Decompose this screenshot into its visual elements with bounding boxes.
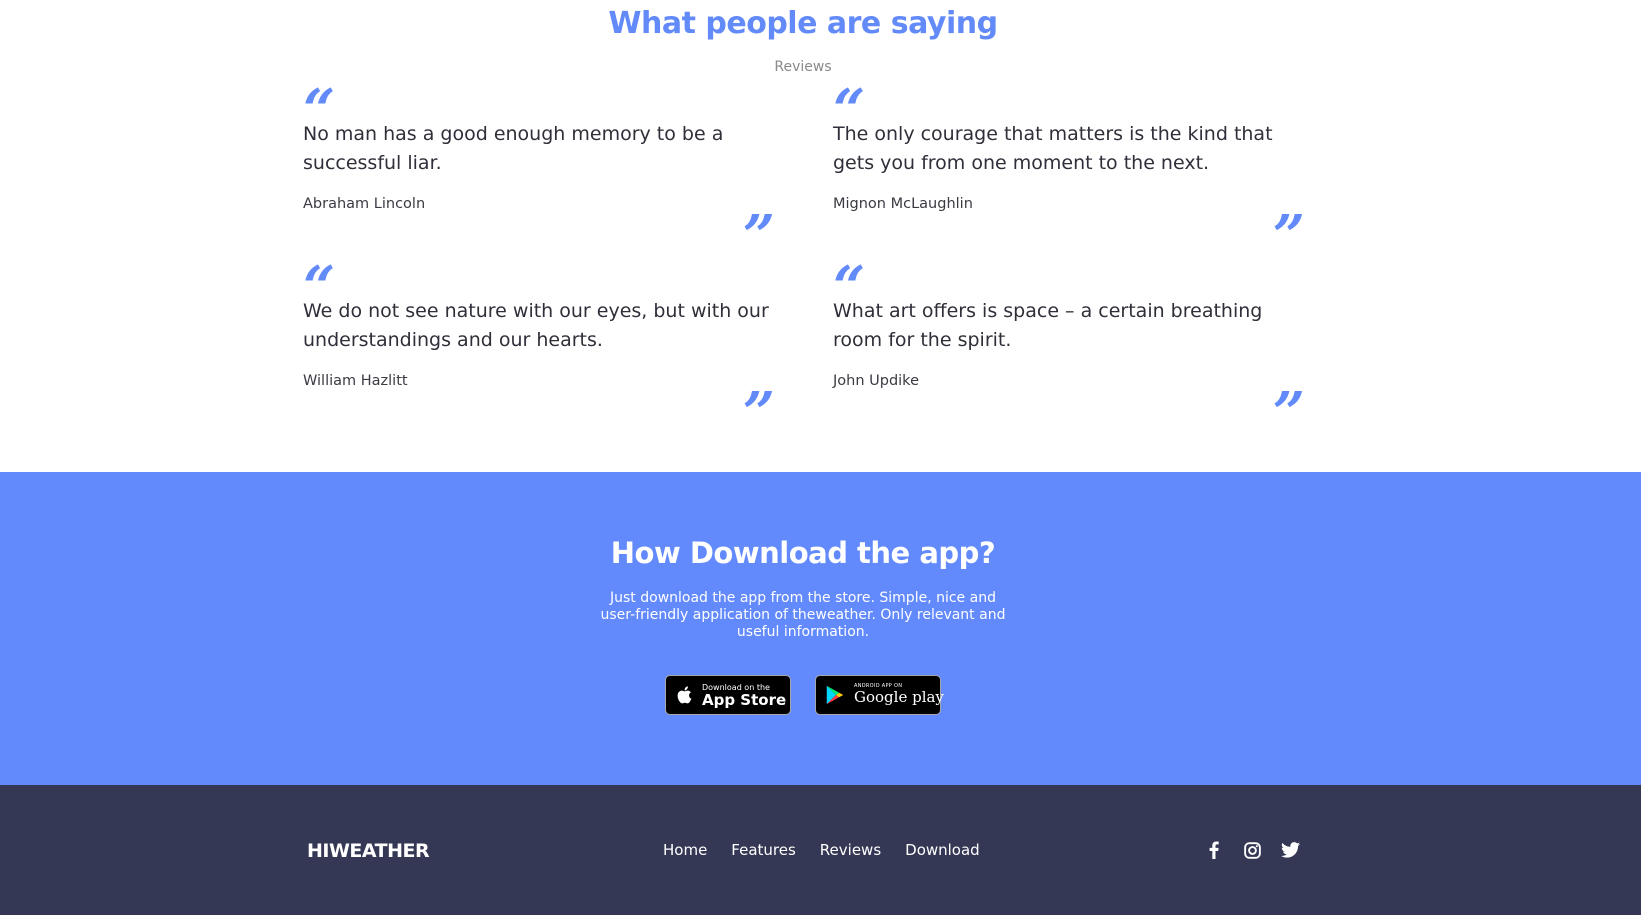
instagram-icon[interactable] (1241, 839, 1263, 861)
review-text: No man has a good enough memory to be a … (303, 123, 724, 174)
review-text: What art offers is space – a certain bre… (833, 300, 1263, 351)
close-quote-icon: ” (742, 203, 775, 269)
review-text: The only courage that matters is the kin… (833, 123, 1273, 174)
close-quote-icon: ” (1272, 203, 1305, 269)
nav-link-download[interactable]: Download (905, 841, 980, 859)
apple-icon (677, 686, 692, 704)
review-author: John Updike (833, 373, 919, 389)
review-text: We do not see nature with our eyes, but … (303, 300, 769, 351)
google-play-icon (826, 685, 844, 705)
review-author: Mignon McLaughlin (833, 196, 973, 212)
google-play-button[interactable]: ANDROID APP ON Google play (815, 675, 944, 715)
social-links (1203, 839, 1317, 861)
footer: HIWEATHER Home Features Reviews Download (0, 785, 1641, 915)
download-title: How Download the app? (610, 536, 996, 570)
review-card: “ No man has a good enough memory to be … (303, 80, 775, 266)
brand-logo[interactable]: HIWEATHER (307, 840, 430, 862)
reviews-section: What people are saying Reviews “ No man … (0, 0, 1641, 472)
download-section: How Download the app? Just download the … (0, 472, 1641, 785)
close-quote-icon: ” (1272, 380, 1305, 446)
app-store-button[interactable]: Download on the App Store (665, 675, 791, 715)
review-card: “ What art offers is space – a certain b… (833, 257, 1305, 443)
nav-link-reviews[interactable]: Reviews (820, 841, 881, 859)
review-author: Abraham Lincoln (303, 196, 426, 212)
close-quote-icon: ” (742, 380, 775, 446)
facebook-icon[interactable] (1203, 839, 1225, 861)
reviews-subtitle: Reviews (774, 59, 832, 75)
reviews-title: What people are saying (608, 6, 998, 41)
app-store-big-text: App Store (702, 691, 787, 709)
google-play-big-text: Google play (854, 688, 944, 706)
review-card: “ The only courage that matters is the k… (833, 80, 1305, 266)
nav-link-home[interactable]: Home (663, 841, 707, 859)
download-description: Just download the app from the store. Si… (600, 590, 1006, 640)
review-author: William Hazlitt (303, 373, 408, 389)
nav-link-features[interactable]: Features (731, 841, 796, 859)
footer-nav: Home Features Reviews Download (663, 841, 1004, 859)
twitter-icon[interactable] (1279, 839, 1301, 861)
review-card: “ We do not see nature with our eyes, bu… (303, 257, 775, 443)
